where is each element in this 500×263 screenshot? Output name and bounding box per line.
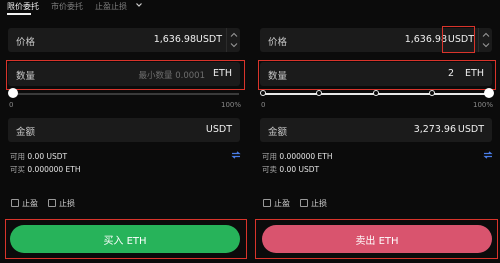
sell-stop-loss-checkbox[interactable] bbox=[300, 199, 308, 207]
buy-price-field[interactable]: 价格 1,636.98 USDT bbox=[8, 28, 240, 52]
sell-slider-min-label: 0 bbox=[261, 101, 266, 109]
buy-take-profit-label[interactable]: 止盈 bbox=[22, 198, 38, 209]
buy-total-label: 金额 bbox=[16, 127, 36, 138]
sell-stop-loss-label[interactable]: 止损 bbox=[311, 198, 327, 209]
sell-panel: 价格 1,636.98 USDT 数量 2 ETH 0 100% 金额 3,27… bbox=[250, 0, 500, 263]
sell-total-label: 金额 bbox=[268, 127, 288, 138]
chevron-down-icon[interactable] bbox=[230, 42, 238, 48]
buy-panel: 价格 1,636.98 USDT 数量 最小数量 0.0001 ETH 0 10… bbox=[0, 0, 250, 263]
buy-eth-button[interactable]: 买入 ETH bbox=[10, 225, 240, 253]
chevron-up-icon[interactable] bbox=[482, 32, 490, 38]
swap-arrows-icon[interactable] bbox=[483, 151, 493, 159]
sell-total-unit: USDT bbox=[457, 124, 484, 135]
buy-amount-unit: ETH bbox=[213, 68, 232, 79]
buy-slider-max-label: 100% bbox=[221, 101, 242, 109]
buy-amount-field[interactable]: 数量 最小数量 0.0001 ETH bbox=[8, 62, 240, 86]
sell-take-profit-label[interactable]: 止盈 bbox=[274, 198, 290, 209]
buy-slider-min-label: 0 bbox=[9, 101, 14, 109]
sell-total-value[interactable]: 3,273.96 bbox=[414, 124, 456, 135]
buy-slider-knob[interactable] bbox=[8, 88, 18, 98]
sell-price-field[interactable]: 价格 1,636.98 USDT bbox=[260, 28, 492, 52]
swap-arrows-icon[interactable] bbox=[231, 151, 241, 159]
sell-slider-max-label: 100% bbox=[473, 101, 494, 109]
buy-take-profit-checkbox[interactable] bbox=[11, 199, 19, 207]
buy-price-label: 价格 bbox=[16, 37, 36, 48]
sell-price-value[interactable]: 1,636.98 bbox=[405, 34, 447, 45]
buy-slider-track[interactable] bbox=[13, 93, 239, 95]
sell-price-stepper[interactable] bbox=[478, 28, 492, 52]
buy-price-unit: USDT bbox=[195, 34, 222, 45]
sell-price-unit: USDT bbox=[447, 34, 474, 45]
buy-price-stepper[interactable] bbox=[226, 28, 240, 52]
sell-price-label: 价格 bbox=[268, 37, 288, 48]
buy-amount-label: 数量 bbox=[16, 71, 36, 82]
sell-available: 可用 0.000000 ETH bbox=[262, 152, 333, 161]
sell-can-sell: 可卖 0.00 USDT bbox=[262, 165, 320, 174]
sell-eth-button[interactable]: 卖出 ETH bbox=[262, 225, 492, 253]
sell-slider-step-25[interactable] bbox=[316, 90, 322, 96]
sell-total-field[interactable]: 金额 3,273.96 USDT bbox=[260, 118, 492, 142]
sell-slider-knob[interactable] bbox=[484, 88, 494, 98]
buy-total-field[interactable]: 金额 USDT bbox=[8, 118, 240, 142]
sell-amount-unit: ETH bbox=[465, 68, 484, 79]
buy-available: 可用 0.00 USDT bbox=[10, 152, 68, 161]
buy-amount-placeholder[interactable]: 最小数量 0.0001 bbox=[139, 69, 205, 81]
buy-stop-loss-checkbox[interactable] bbox=[48, 199, 56, 207]
sell-slider-step-0[interactable] bbox=[260, 90, 266, 96]
buy-price-value[interactable]: 1,636.98 bbox=[154, 34, 196, 45]
sell-amount-value[interactable]: 2 bbox=[448, 68, 454, 79]
chevron-down-icon[interactable] bbox=[482, 42, 490, 48]
sell-slider-step-50[interactable] bbox=[373, 90, 379, 96]
buy-stop-loss-label[interactable]: 止损 bbox=[59, 198, 75, 209]
buy-total-unit: USDT bbox=[205, 124, 232, 135]
chevron-up-icon[interactable] bbox=[230, 32, 238, 38]
buy-can-buy: 可买 0.000000 ETH bbox=[10, 165, 81, 174]
sell-slider-step-75[interactable] bbox=[429, 90, 435, 96]
sell-take-profit-checkbox[interactable] bbox=[263, 199, 271, 207]
sell-amount-label: 数量 bbox=[268, 71, 288, 82]
sell-amount-field[interactable]: 数量 2 ETH bbox=[260, 62, 492, 86]
